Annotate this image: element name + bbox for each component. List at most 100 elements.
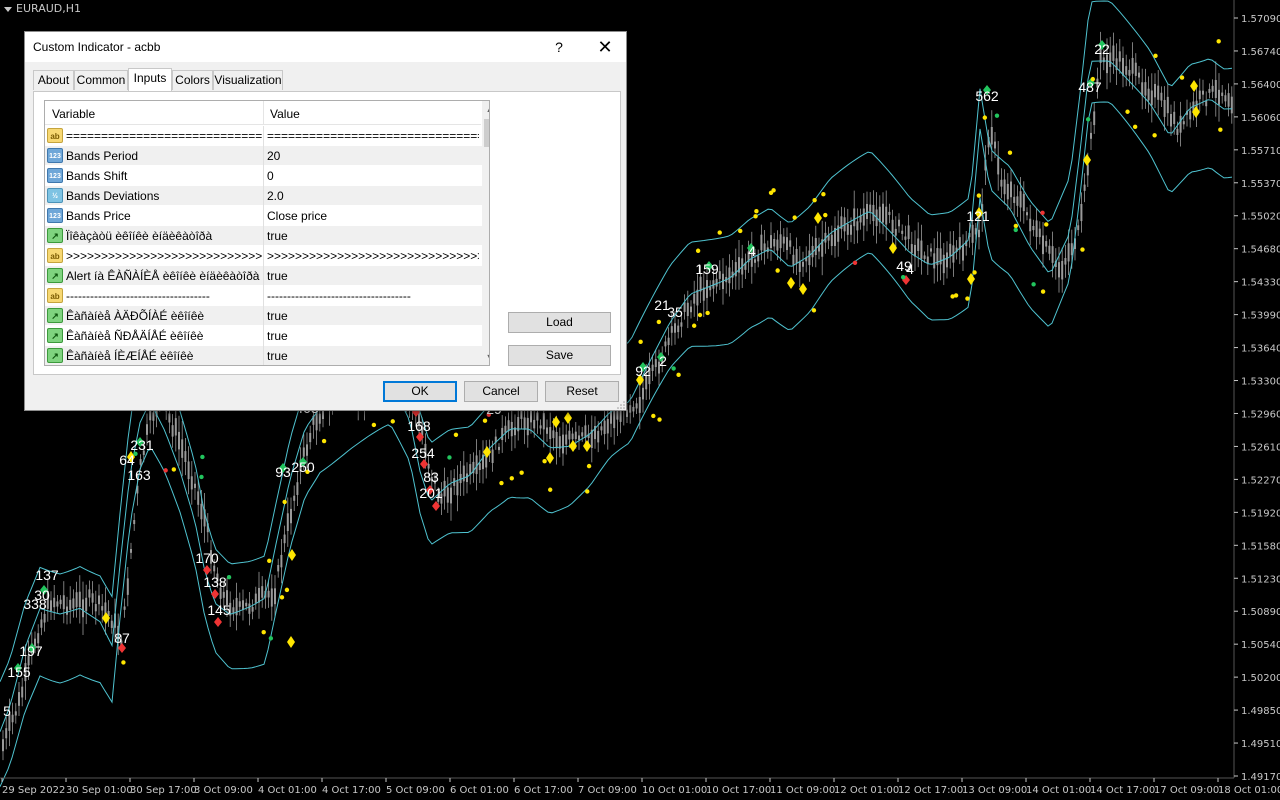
tab-visualization[interactable]: Visualization <box>213 70 283 90</box>
inputs-grid: Variable Value ab =======================… <box>44 100 490 366</box>
input-variable-name: Ïîêàçàòü èêîíêè èíäèêàòîðà <box>66 229 213 243</box>
candle-body <box>498 446 500 451</box>
candle-body <box>126 578 129 595</box>
close-button[interactable]: ✕ <box>591 36 619 58</box>
signal-dot <box>695 248 701 253</box>
time-tick-label: 14 Oct 01:00 <box>1026 785 1091 796</box>
input-row[interactable]: 123 Bands Shift 0 <box>45 166 482 186</box>
candle-body <box>600 426 603 431</box>
signal-count-label: 87 <box>114 630 130 646</box>
input-value[interactable]: true <box>267 269 479 283</box>
dialog-titlebar[interactable]: Custom Indicator - acbb ? ✕ <box>25 32 626 62</box>
candle-body <box>872 204 875 222</box>
candle-body <box>1157 85 1160 100</box>
price-tick-label: 1.55020 <box>1241 212 1280 223</box>
price-tick-label: 1.57090 <box>1241 14 1280 25</box>
cancel-button[interactable]: Cancel <box>464 381 538 402</box>
candle-body <box>91 593 94 603</box>
input-value[interactable]: 20 <box>267 149 479 163</box>
input-value[interactable]: Close price <box>267 209 479 223</box>
input-value[interactable]: 2.0 <box>267 189 479 203</box>
tab-inputs[interactable]: Inputs <box>128 68 172 91</box>
input-value[interactable]: 0 <box>267 169 479 183</box>
diamond-signal-icon <box>564 412 572 424</box>
diamond-signal-icon <box>787 277 795 289</box>
candle-body <box>926 256 929 264</box>
candle-body <box>578 435 580 441</box>
column-header-variable[interactable]: Variable <box>52 107 95 121</box>
candle-body <box>261 586 264 598</box>
candle-body <box>533 419 536 429</box>
input-value[interactable]: ========================================… <box>267 129 479 143</box>
input-row[interactable]: ↗ Alert íà ÊÀÑÀÍÈÅ èêîíêè èíäèêàòîðà true <box>45 266 482 286</box>
vertical-scrollbar[interactable]: ▲ ▼ <box>482 101 489 365</box>
signal-dot <box>792 215 797 220</box>
save-button[interactable]: Save <box>508 345 611 366</box>
signal-dot <box>282 499 287 505</box>
candle-body <box>69 599 72 610</box>
input-row[interactable]: ↗ Ïîêàçàòü èêîíêè èíäèêàòîðà true <box>45 226 482 246</box>
candle-body <box>904 236 907 240</box>
column-header-value[interactable]: Value <box>270 107 300 121</box>
candle-body <box>917 238 920 251</box>
input-row[interactable]: 123 Bands Period 20 <box>45 146 482 166</box>
input-value[interactable]: true <box>267 329 479 343</box>
custom-indicator-dialog: Custom Indicator - acbb ? ✕ About Common… <box>24 31 627 411</box>
candle-body <box>763 243 766 252</box>
cell-divider <box>263 266 264 286</box>
input-row[interactable]: ab ============================ ==========… <box>45 126 482 146</box>
input-row[interactable]: 123 Bands Price Close price <box>45 206 482 226</box>
scroll-up-icon[interactable]: ▲ <box>482 101 489 117</box>
input-row[interactable]: ½ Bands Deviations 2.0 <box>45 186 482 206</box>
candle-body <box>920 240 923 259</box>
signal-dot <box>1085 117 1091 122</box>
scroll-thumb[interactable] <box>484 119 489 147</box>
load-button[interactable]: Load <box>508 312 611 333</box>
input-value[interactable]: true <box>267 309 479 323</box>
input-row[interactable]: ab >>>>>>>>>>>>>>>>>>>>>>>>>>>> >>>>>>>>>>… <box>45 246 482 266</box>
tab-common[interactable]: Common <box>74 70 128 90</box>
signal-dot <box>321 438 327 444</box>
candle-body <box>699 276 702 292</box>
candle-body <box>1202 90 1204 95</box>
resize-grip-icon[interactable] <box>617 401 625 409</box>
candle-body <box>1022 193 1025 212</box>
candle-body <box>770 235 772 249</box>
reset-button[interactable]: Reset <box>545 381 619 402</box>
candle-body <box>888 211 891 215</box>
candle-body <box>1080 203 1083 222</box>
column-divider[interactable] <box>263 101 264 125</box>
tab-colors[interactable]: Colors <box>172 70 213 90</box>
candle-body <box>1218 89 1220 105</box>
candle-body <box>802 261 804 267</box>
chevron-down-icon[interactable] <box>4 6 12 12</box>
input-value[interactable]: ------------------------------------ <box>267 289 479 303</box>
input-row[interactable]: ab ------------------------------------ --… <box>45 286 482 306</box>
scroll-down-icon[interactable]: ▼ <box>482 349 489 365</box>
tab-about[interactable]: About <box>33 70 74 90</box>
candle-body <box>885 206 888 225</box>
input-row[interactable]: ↗ Êàñàíèå ÀÄÐÕÍÀÉ èêîíêè true <box>45 306 482 326</box>
candle-body <box>869 204 872 212</box>
input-value[interactable]: true <box>267 229 479 243</box>
input-row[interactable]: ↗ Êàñàíèå ÍÈÆÍÅÉ èêîíêè true <box>45 346 482 365</box>
candle-body <box>654 359 657 368</box>
help-button[interactable]: ? <box>545 36 573 58</box>
price-tick-label: 1.51580 <box>1241 541 1280 552</box>
candle-body <box>933 253 936 269</box>
candle-body <box>1160 92 1163 101</box>
input-value[interactable]: true <box>267 349 479 363</box>
cell-divider <box>263 186 264 206</box>
candle-body <box>552 430 555 439</box>
input-value[interactable]: >>>>>>>>>>>>>>>>>>>>>>>>>>>>>>>>>>>>>>>> <box>267 249 479 263</box>
candle-body <box>536 412 539 421</box>
candle-body <box>882 203 884 223</box>
candle-body <box>910 244 913 253</box>
signal-dot <box>509 476 514 481</box>
candle-body <box>798 261 801 272</box>
price-tick-label: 1.55710 <box>1241 146 1280 157</box>
candle-body <box>792 254 795 265</box>
ok-button[interactable]: OK <box>383 381 457 402</box>
input-row[interactable]: ↗ Êàñàíèå ÑÐÅÄÍÅÉ èêîíêè true <box>45 326 482 346</box>
candle-body <box>1147 88 1150 101</box>
